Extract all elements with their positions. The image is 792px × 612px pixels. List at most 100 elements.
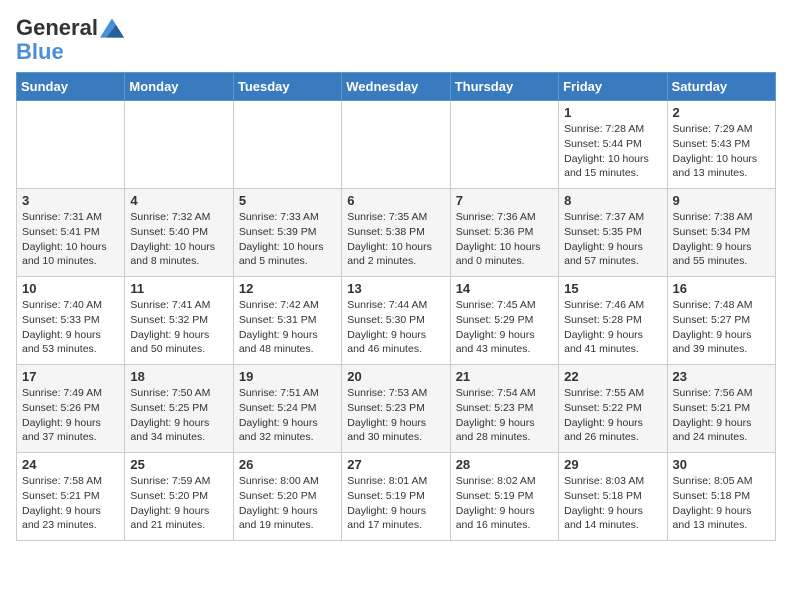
day-info: Sunrise: 7:56 AM Sunset: 5:21 PM Dayligh… (673, 386, 770, 445)
day-info: Sunrise: 8:05 AM Sunset: 5:18 PM Dayligh… (673, 474, 770, 533)
day-number: 15 (564, 281, 661, 296)
day-info: Sunrise: 7:37 AM Sunset: 5:35 PM Dayligh… (564, 210, 661, 269)
calendar-header-friday: Friday (559, 73, 667, 101)
calendar-cell (233, 101, 341, 189)
day-info: Sunrise: 7:41 AM Sunset: 5:32 PM Dayligh… (130, 298, 227, 357)
day-number: 7 (456, 193, 553, 208)
day-number: 19 (239, 369, 336, 384)
calendar-week-row: 10 Sunrise: 7:40 AM Sunset: 5:33 PM Dayli… (17, 277, 776, 365)
calendar-cell: 25 Sunrise: 7:59 AM Sunset: 5:20 PM Dayli… (125, 453, 233, 541)
calendar-cell: 24 Sunrise: 7:58 AM Sunset: 5:21 PM Dayli… (17, 453, 125, 541)
calendar-cell: 22 Sunrise: 7:55 AM Sunset: 5:22 PM Dayli… (559, 365, 667, 453)
calendar-cell: 26Sunrise: 8:00 AM Sunset: 5:20 PM Dayli… (233, 453, 341, 541)
day-number: 26 (239, 457, 336, 472)
day-number: 16 (673, 281, 770, 296)
day-info: Sunrise: 7:45 AM Sunset: 5:29 PM Dayligh… (456, 298, 553, 357)
calendar-cell (125, 101, 233, 189)
day-info: Sunrise: 7:48 AM Sunset: 5:27 PM Dayligh… (673, 298, 770, 357)
calendar-cell: 6 Sunrise: 7:35 AM Sunset: 5:38 PM Daylig… (342, 189, 450, 277)
logo-text: General (16, 16, 98, 40)
day-info: Sunrise: 7:36 AM Sunset: 5:36 PM Dayligh… (456, 210, 553, 269)
day-info: Sunrise: 7:58 AM Sunset: 5:21 PM Dayligh… (22, 474, 119, 533)
day-number: 5 (239, 193, 336, 208)
day-number: 24 (22, 457, 119, 472)
calendar-cell: 8 Sunrise: 7:37 AM Sunset: 5:35 PM Daylig… (559, 189, 667, 277)
calendar-week-row: 3 Sunrise: 7:31 AM Sunset: 5:41 PM Daylig… (17, 189, 776, 277)
calendar-cell (342, 101, 450, 189)
day-info: Sunrise: 7:59 AM Sunset: 5:20 PM Dayligh… (130, 474, 227, 533)
day-info: Sunrise: 7:54 AM Sunset: 5:23 PM Dayligh… (456, 386, 553, 445)
day-number: 3 (22, 193, 119, 208)
calendar-header-saturday: Saturday (667, 73, 775, 101)
day-info: Sunrise: 7:28 AM Sunset: 5:44 PM Dayligh… (564, 122, 661, 181)
day-info: Sunrise: 7:32 AM Sunset: 5:40 PM Dayligh… (130, 210, 227, 269)
calendar-cell: 2Sunrise: 7:29 AM Sunset: 5:43 PM Daylig… (667, 101, 775, 189)
page-header: General Blue (16, 16, 776, 64)
calendar-cell: 5 Sunrise: 7:33 AM Sunset: 5:39 PM Daylig… (233, 189, 341, 277)
day-number: 30 (673, 457, 770, 472)
calendar-cell: 28 Sunrise: 8:02 AM Sunset: 5:19 PM Dayli… (450, 453, 558, 541)
calendar-header-tuesday: Tuesday (233, 73, 341, 101)
day-number: 13 (347, 281, 444, 296)
calendar-cell: 9 Sunrise: 7:38 AM Sunset: 5:34 PM Daylig… (667, 189, 775, 277)
day-info: Sunrise: 7:51 AM Sunset: 5:24 PM Dayligh… (239, 386, 336, 445)
calendar-cell: 16 Sunrise: 7:48 AM Sunset: 5:27 PM Dayli… (667, 277, 775, 365)
day-info: Sunrise: 7:31 AM Sunset: 5:41 PM Dayligh… (22, 210, 119, 269)
day-info: Sunrise: 8:02 AM Sunset: 5:19 PM Dayligh… (456, 474, 553, 533)
day-number: 8 (564, 193, 661, 208)
calendar-cell: 18Sunrise: 7:50 AM Sunset: 5:25 PM Dayli… (125, 365, 233, 453)
day-info: Sunrise: 8:01 AM Sunset: 5:19 PM Dayligh… (347, 474, 444, 533)
calendar-cell: 14Sunrise: 7:45 AM Sunset: 5:29 PM Dayli… (450, 277, 558, 365)
day-info: Sunrise: 7:40 AM Sunset: 5:33 PM Dayligh… (22, 298, 119, 357)
calendar-cell (450, 101, 558, 189)
calendar-cell: 21 Sunrise: 7:54 AM Sunset: 5:23 PM Dayli… (450, 365, 558, 453)
calendar-cell: 3 Sunrise: 7:31 AM Sunset: 5:41 PM Daylig… (17, 189, 125, 277)
day-number: 25 (130, 457, 227, 472)
day-number: 12 (239, 281, 336, 296)
day-info: Sunrise: 7:49 AM Sunset: 5:26 PM Dayligh… (22, 386, 119, 445)
day-number: 27 (347, 457, 444, 472)
calendar-header-monday: Monday (125, 73, 233, 101)
calendar-cell: 10 Sunrise: 7:40 AM Sunset: 5:33 PM Dayli… (17, 277, 125, 365)
day-number: 22 (564, 369, 661, 384)
calendar-cell: 7 Sunrise: 7:36 AM Sunset: 5:36 PM Daylig… (450, 189, 558, 277)
day-number: 21 (456, 369, 553, 384)
day-number: 11 (130, 281, 227, 296)
calendar-cell: 4Sunrise: 7:32 AM Sunset: 5:40 PM Daylig… (125, 189, 233, 277)
calendar-cell: 23 Sunrise: 7:56 AM Sunset: 5:21 PM Dayli… (667, 365, 775, 453)
day-number: 29 (564, 457, 661, 472)
day-info: Sunrise: 7:44 AM Sunset: 5:30 PM Dayligh… (347, 298, 444, 357)
day-number: 2 (673, 105, 770, 120)
calendar-cell: 15 Sunrise: 7:46 AM Sunset: 5:28 PM Dayli… (559, 277, 667, 365)
calendar-header-wednesday: Wednesday (342, 73, 450, 101)
day-info: Sunrise: 7:55 AM Sunset: 5:22 PM Dayligh… (564, 386, 661, 445)
calendar-header-sunday: Sunday (17, 73, 125, 101)
day-number: 23 (673, 369, 770, 384)
day-info: Sunrise: 7:46 AM Sunset: 5:28 PM Dayligh… (564, 298, 661, 357)
calendar-week-row: 24 Sunrise: 7:58 AM Sunset: 5:21 PM Dayli… (17, 453, 776, 541)
day-number: 9 (673, 193, 770, 208)
day-number: 20 (347, 369, 444, 384)
day-info: Sunrise: 7:42 AM Sunset: 5:31 PM Dayligh… (239, 298, 336, 357)
day-info: Sunrise: 7:38 AM Sunset: 5:34 PM Dayligh… (673, 210, 770, 269)
calendar-cell: 13 Sunrise: 7:44 AM Sunset: 5:30 PM Dayli… (342, 277, 450, 365)
day-number: 28 (456, 457, 553, 472)
calendar-cell: 17Sunrise: 7:49 AM Sunset: 5:26 PM Dayli… (17, 365, 125, 453)
logo: General Blue (16, 16, 128, 64)
day-number: 1 (564, 105, 661, 120)
calendar-header-thursday: Thursday (450, 73, 558, 101)
calendar-week-row: 1 Sunrise: 7:28 AM Sunset: 5:44 PM Daylig… (17, 101, 776, 189)
day-info: Sunrise: 8:03 AM Sunset: 5:18 PM Dayligh… (564, 474, 661, 533)
calendar-cell: 19 Sunrise: 7:51 AM Sunset: 5:24 PM Dayli… (233, 365, 341, 453)
calendar-week-row: 17Sunrise: 7:49 AM Sunset: 5:26 PM Dayli… (17, 365, 776, 453)
day-number: 10 (22, 281, 119, 296)
calendar-cell: 11 Sunrise: 7:41 AM Sunset: 5:32 PM Dayli… (125, 277, 233, 365)
calendar-cell: 29 Sunrise: 8:03 AM Sunset: 5:18 PM Dayli… (559, 453, 667, 541)
calendar-cell (17, 101, 125, 189)
calendar-cell: 27 Sunrise: 8:01 AM Sunset: 5:19 PM Dayli… (342, 453, 450, 541)
day-number: 6 (347, 193, 444, 208)
day-info: Sunrise: 7:33 AM Sunset: 5:39 PM Dayligh… (239, 210, 336, 269)
calendar-cell: 30 Sunrise: 8:05 AM Sunset: 5:18 PM Dayli… (667, 453, 775, 541)
day-info: Sunrise: 7:35 AM Sunset: 5:38 PM Dayligh… (347, 210, 444, 269)
day-info: Sunrise: 7:53 AM Sunset: 5:23 PM Dayligh… (347, 386, 444, 445)
